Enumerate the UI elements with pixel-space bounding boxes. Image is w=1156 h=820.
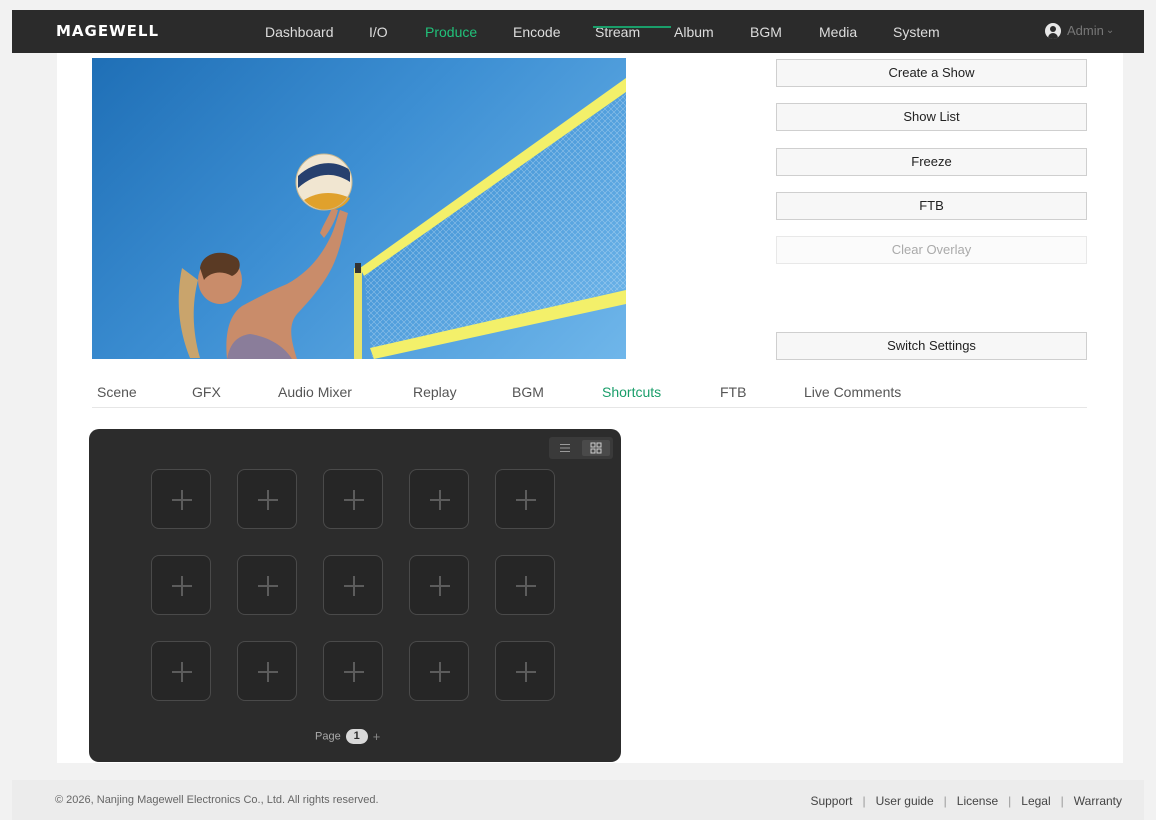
shortcut-slot[interactable] xyxy=(151,555,211,615)
nav-system[interactable]: System xyxy=(893,24,940,40)
user-name: Admin xyxy=(1067,23,1104,39)
nav-bgm[interactable]: BGM xyxy=(750,24,782,40)
show-list-button[interactable]: Show List xyxy=(776,103,1087,131)
nav-dashboard[interactable]: Dashboard xyxy=(265,24,334,40)
grid-view-icon[interactable] xyxy=(582,440,610,456)
footer-links: Support | User guide | License | Legal | Warrant… xyxy=(810,794,1122,808)
shortcut-slot[interactable] xyxy=(323,555,383,615)
list-view-icon[interactable] xyxy=(551,440,579,456)
tab-shortcuts[interactable]: Shortcuts xyxy=(602,384,661,400)
shortcut-slot[interactable] xyxy=(237,555,297,615)
tab-bgm[interactable]: BGM xyxy=(512,384,544,400)
footer-separator: | xyxy=(943,794,947,808)
switch-settings-button[interactable]: Switch Settings xyxy=(776,332,1087,360)
tab-live-comments[interactable]: Live Comments xyxy=(804,384,901,400)
nav-media[interactable]: Media xyxy=(819,24,857,40)
ftb-button[interactable]: FTB xyxy=(776,192,1087,220)
tab-gfx[interactable]: GFX xyxy=(192,384,221,400)
tab-scene[interactable]: Scene xyxy=(97,384,137,400)
add-page-icon[interactable]: + xyxy=(373,729,381,744)
shortcut-slot[interactable] xyxy=(237,469,297,529)
freeze-button[interactable]: Freeze xyxy=(776,148,1087,176)
tab-audio-mixer[interactable]: Audio Mixer xyxy=(278,384,352,400)
footer-link-support[interactable]: Support xyxy=(810,794,852,808)
tab-ftb[interactable]: FTB xyxy=(720,384,746,400)
user-menu[interactable]: Admin ⌄ xyxy=(1045,22,1114,39)
footer: © 2026, Nanjing Magewell Electronics Co.… xyxy=(12,780,1144,820)
nav-io[interactable]: I/O xyxy=(369,24,388,40)
shortcut-slot[interactable] xyxy=(409,641,469,701)
shortcut-slot[interactable] xyxy=(495,641,555,701)
nav-encode[interactable]: Encode xyxy=(513,24,560,40)
shortcut-slot[interactable] xyxy=(323,469,383,529)
footer-link-warranty[interactable]: Warranty xyxy=(1074,794,1122,808)
nav-album[interactable]: Album xyxy=(674,24,714,40)
page-1-button[interactable]: 1 xyxy=(345,729,368,744)
video-preview xyxy=(92,58,626,359)
tab-replay[interactable]: Replay xyxy=(413,384,457,400)
footer-separator: | xyxy=(862,794,866,808)
page-label: Page xyxy=(315,730,341,743)
view-toggle xyxy=(549,437,613,459)
footer-link-legal[interactable]: Legal xyxy=(1021,794,1050,808)
shortcut-slot[interactable] xyxy=(495,469,555,529)
footer-link-user-guide[interactable]: User guide xyxy=(876,794,934,808)
top-nav-bar: MAGEWELL Dashboard I/O Produce Encode St… xyxy=(12,10,1144,53)
shortcuts-panel: Page 1 + xyxy=(89,429,621,762)
shortcut-slot[interactable] xyxy=(409,469,469,529)
active-tab-indicator xyxy=(593,26,671,28)
produce-tabs: Scene GFX Audio Mixer Replay BGM Shortcu… xyxy=(92,380,1087,408)
clear-overlay-button[interactable]: Clear Overlay xyxy=(776,236,1087,264)
shortcut-slot[interactable] xyxy=(151,641,211,701)
magewell-logo[interactable]: MAGEWELL xyxy=(56,22,159,40)
shortcut-slot[interactable] xyxy=(323,641,383,701)
user-avatar-icon xyxy=(1045,22,1061,39)
shortcut-pager: Page 1 + xyxy=(315,729,380,744)
create-show-button[interactable]: Create a Show xyxy=(776,59,1087,87)
footer-separator: | xyxy=(1060,794,1064,808)
shortcut-slot[interactable] xyxy=(409,555,469,615)
chevron-down-icon: ⌄ xyxy=(1105,25,1115,37)
copyright-text: © 2026, Nanjing Magewell Electronics Co.… xyxy=(55,794,379,806)
shortcut-slot[interactable] xyxy=(495,555,555,615)
footer-link-license[interactable]: License xyxy=(957,794,998,808)
footer-separator: | xyxy=(1008,794,1012,808)
nav-produce[interactable]: Produce xyxy=(425,24,477,40)
shortcut-slot[interactable] xyxy=(237,641,297,701)
shortcut-slot[interactable] xyxy=(151,469,211,529)
preview-image xyxy=(178,78,626,359)
